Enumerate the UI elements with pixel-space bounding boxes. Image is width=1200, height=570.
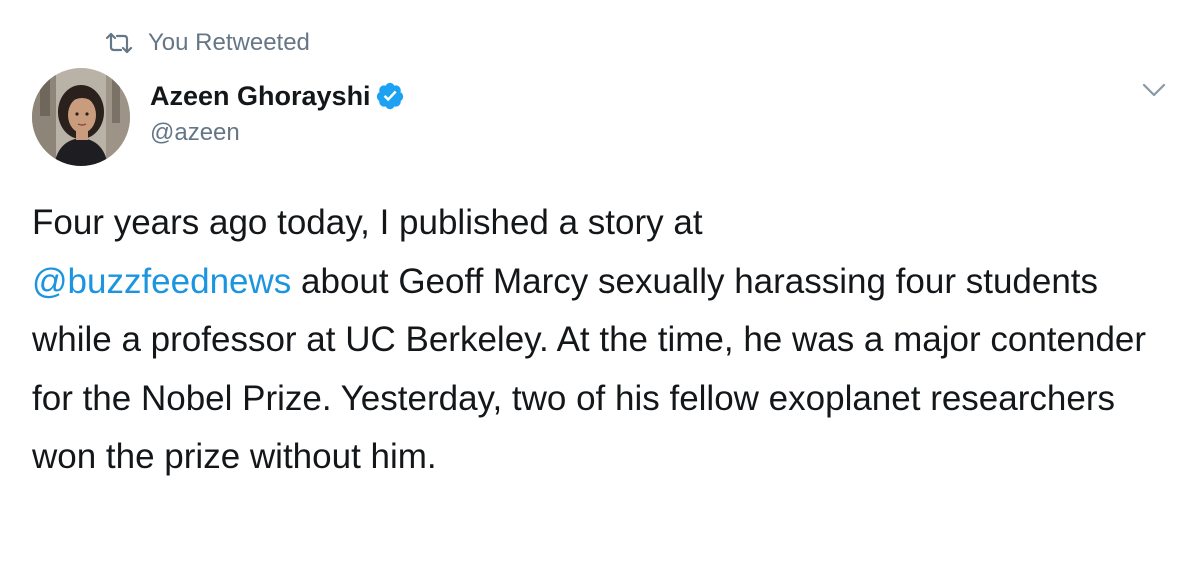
verified-badge-icon [375,81,405,111]
author-handle[interactable]: @azeen [150,116,405,150]
retweet-label: You Retweeted [148,29,310,56]
avatar[interactable] [32,68,130,166]
tweet-menu-button[interactable] [1138,76,1170,104]
tweet-text-part-1: Four years ago today, I published a stor… [32,203,703,242]
display-name[interactable]: Azeen Ghorayshi [150,78,371,114]
retweet-icon [104,32,134,54]
name-row: Azeen Ghorayshi [150,78,405,114]
mention-link[interactable]: @buzzfeednews [32,262,291,301]
tweet-card: You Retweeted Azeen Ghorayshi @azeen Fou… [0,0,1200,570]
author-block: Azeen Ghorayshi @azeen [150,78,405,150]
chevron-down-icon [1138,76,1170,104]
retweet-context: You Retweeted [104,28,310,58]
tweet-text: Four years ago today, I published a stor… [32,194,1172,487]
